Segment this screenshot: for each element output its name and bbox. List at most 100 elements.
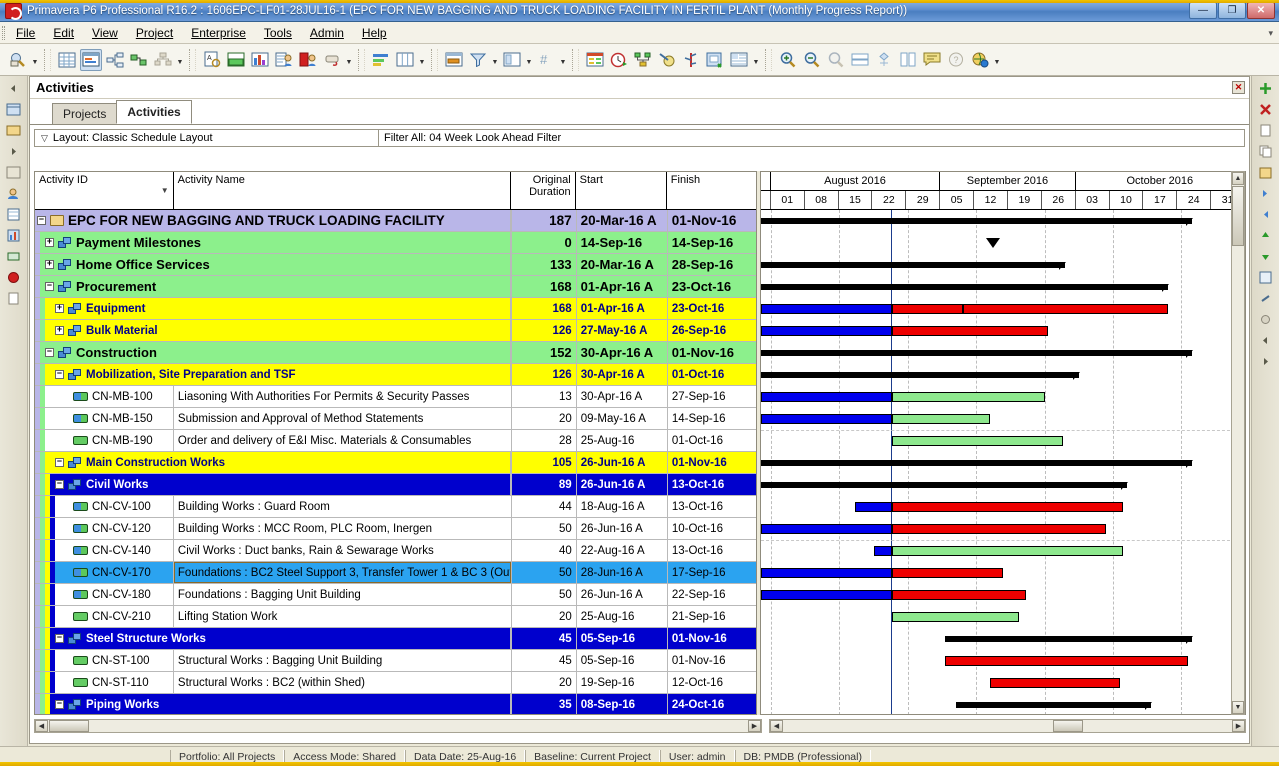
rail-indent-right-icon[interactable]	[1256, 184, 1276, 202]
table-row[interactable]: CN-CV-120 Building Works : MCC Room, PLC …	[35, 518, 756, 540]
cell-finish-date[interactable]: 13-Oct-16	[666, 496, 756, 517]
zoom-out-icon[interactable]	[801, 49, 823, 71]
activity-details-caret[interactable]: ▼	[751, 49, 761, 71]
cell-finish-date[interactable]: 28-Sep-16	[666, 254, 756, 275]
table-row[interactable]: CN-CV-100 Building Works : Guard Room 44 18…	[35, 496, 756, 518]
table-row[interactable]: CN-CV-180 Foundations : Bagging Unit Buil…	[35, 584, 756, 606]
rail-assign-icon[interactable]	[1256, 268, 1276, 286]
rail-delete-icon[interactable]	[1256, 100, 1276, 118]
columns-caret[interactable]: ▼	[417, 49, 427, 71]
table-scroll-thumb[interactable]	[49, 720, 89, 732]
gantt-week-label[interactable]: 29	[906, 191, 941, 209]
cell-finish-date[interactable]: 23-Oct-16	[666, 276, 756, 297]
cell-finish-date[interactable]: 12-Oct-16	[666, 672, 756, 693]
rail-settings-icon[interactable]	[1256, 310, 1276, 328]
gantt-week-label[interactable]: 17	[1143, 191, 1178, 209]
rail-indent-left-icon[interactable]	[1256, 205, 1276, 223]
rail-expand-icon[interactable]	[1256, 352, 1276, 370]
zoom-in-icon[interactable]	[777, 49, 799, 71]
gantt-horizontal-scrollbar[interactable]: ◀ ▶	[769, 719, 1246, 733]
gantt-month-label[interactable]: September 2016	[940, 172, 1076, 190]
close-button[interactable]: ✕	[1247, 2, 1275, 19]
cell-finish-date[interactable]: 01-Nov-16	[666, 650, 756, 671]
gantt-week-label[interactable]: 15	[839, 191, 873, 209]
cell-activity-name[interactable]: Order and delivery of E&I Misc. Material…	[174, 430, 511, 451]
cell-activity-name[interactable]: Structural Works : BC2 (within Shed)	[174, 672, 511, 693]
cell-original-duration[interactable]: 28	[511, 430, 575, 451]
gantt-week-label[interactable]: 10	[1110, 191, 1144, 209]
cell-start-date[interactable]: 26-Jun-16 A	[575, 518, 667, 539]
gantt-summary-bar[interactable]	[760, 372, 1080, 380]
gantt-remaining-bar[interactable]	[892, 392, 1045, 402]
cell-start-date[interactable]: 05-Sep-16	[575, 650, 667, 671]
gantt-actual-bar[interactable]	[760, 304, 893, 314]
gantt-remaining-bar[interactable]	[892, 502, 1124, 512]
apply-actuals-icon[interactable]	[656, 49, 678, 71]
filter-caret[interactable]: ▼	[490, 49, 500, 71]
cell-activity-id[interactable]: CN-MB-190	[45, 430, 174, 451]
cell-start-date[interactable]: 01-Apr-16 A	[575, 298, 667, 319]
cell-original-duration[interactable]: 20	[511, 408, 575, 429]
gantt-remaining-bar[interactable]	[892, 546, 1124, 556]
rail-arrow-icon[interactable]	[4, 142, 24, 160]
menu-view[interactable]: View	[84, 24, 126, 42]
cell-activity-id[interactable]: − Main Construction Works	[45, 452, 512, 473]
rail-copy-icon[interactable]	[1256, 142, 1276, 160]
cell-start-date[interactable]: 18-Aug-16 A	[575, 496, 667, 517]
renumber-icon[interactable]: #	[535, 49, 557, 71]
spell-check-icon[interactable]: A	[201, 49, 223, 71]
menu-admin[interactable]: Admin	[302, 24, 352, 42]
gantt-week-label[interactable]: 24	[1177, 191, 1212, 209]
minimize-button[interactable]: —	[1189, 2, 1217, 19]
group-sort-icon[interactable]	[370, 49, 392, 71]
cell-original-duration[interactable]: 126	[511, 364, 575, 385]
layout-caret[interactable]: ▼	[524, 49, 534, 71]
cell-original-duration[interactable]: 105	[511, 452, 575, 473]
cell-activity-name[interactable]: Civil Works : Duct banks, Rain & Sewarag…	[174, 540, 511, 561]
collapse-toggle-icon[interactable]: −	[55, 458, 64, 467]
gantt-summary-bar[interactable]	[955, 702, 1152, 710]
rail-prev-icon[interactable]	[4, 79, 24, 97]
cell-finish-date[interactable]: 01-Nov-16	[666, 210, 756, 231]
gantt-view-icon[interactable]	[80, 48, 102, 71]
rail-reports-icon[interactable]	[4, 205, 24, 223]
schedule-icon[interactable]	[608, 49, 630, 71]
cell-original-duration[interactable]: 152	[511, 342, 575, 363]
cell-original-duration[interactable]: 13	[511, 386, 575, 407]
gantt-remaining-bar[interactable]	[892, 612, 1019, 622]
table-row[interactable]: CN-CV-170 Foundations : BC2 Steel Support…	[35, 562, 756, 584]
gantt-actual-bar[interactable]	[760, 568, 893, 578]
menu-tools[interactable]: Tools	[256, 24, 300, 42]
rail-issues-icon[interactable]	[4, 268, 24, 286]
gantt-remaining-bar[interactable]	[892, 524, 1107, 534]
rail-tracking-icon[interactable]	[4, 226, 24, 244]
cell-finish-date[interactable]: 10-Oct-16	[666, 518, 756, 539]
table-row[interactable]: CN-MB-150 Submission and Approval of Meth…	[35, 408, 756, 430]
cell-finish-date[interactable]: 21-Sep-16	[666, 606, 756, 627]
collapse-toggle-icon[interactable]: −	[37, 216, 46, 225]
cell-activity-id[interactable]: + Home Office Services	[40, 254, 512, 275]
cell-start-date[interactable]: 25-Aug-16	[575, 430, 667, 451]
gantt-summary-bar[interactable]	[760, 482, 1128, 490]
gantt-remaining-bar[interactable]	[892, 590, 1026, 600]
table-row[interactable]: CN-CV-140 Civil Works : Duct banks, Rain …	[35, 540, 756, 562]
activity-network-icon[interactable]	[104, 49, 126, 71]
cell-start-date[interactable]: 19-Sep-16	[575, 672, 667, 693]
gantt-summary-bar[interactable]	[945, 636, 1193, 644]
progress-line-icon[interactable]	[873, 49, 895, 71]
table-row[interactable]: − Steel Structure Works 45 05-Sep-16 01-Nov-…	[35, 628, 756, 650]
cell-activity-id[interactable]: CN-ST-100	[55, 650, 174, 671]
expand-toggle-icon[interactable]: +	[55, 326, 64, 335]
renumber-caret[interactable]: ▼	[558, 49, 568, 71]
layout-selector[interactable]: ▽ Layout: Classic Schedule Layout	[35, 130, 379, 146]
cell-start-date[interactable]: 28-Jun-16 A	[575, 562, 667, 583]
chevron-down-icon[interactable]: ▽	[41, 133, 48, 144]
trace-logic-icon[interactable]	[128, 49, 150, 71]
gantt-summary-bar[interactable]	[760, 284, 1169, 292]
expand-toggle-icon[interactable]: +	[45, 238, 54, 247]
table-row[interactable]: + Home Office Services 133 20-Mar-16 A 28-Se…	[35, 254, 756, 276]
rail-add-icon[interactable]	[1256, 79, 1276, 97]
page-break-icon[interactable]	[897, 49, 919, 71]
column-header-original-duration[interactable]: Original Duration	[511, 172, 576, 209]
cell-activity-id[interactable]: + Payment Milestones	[40, 232, 512, 253]
